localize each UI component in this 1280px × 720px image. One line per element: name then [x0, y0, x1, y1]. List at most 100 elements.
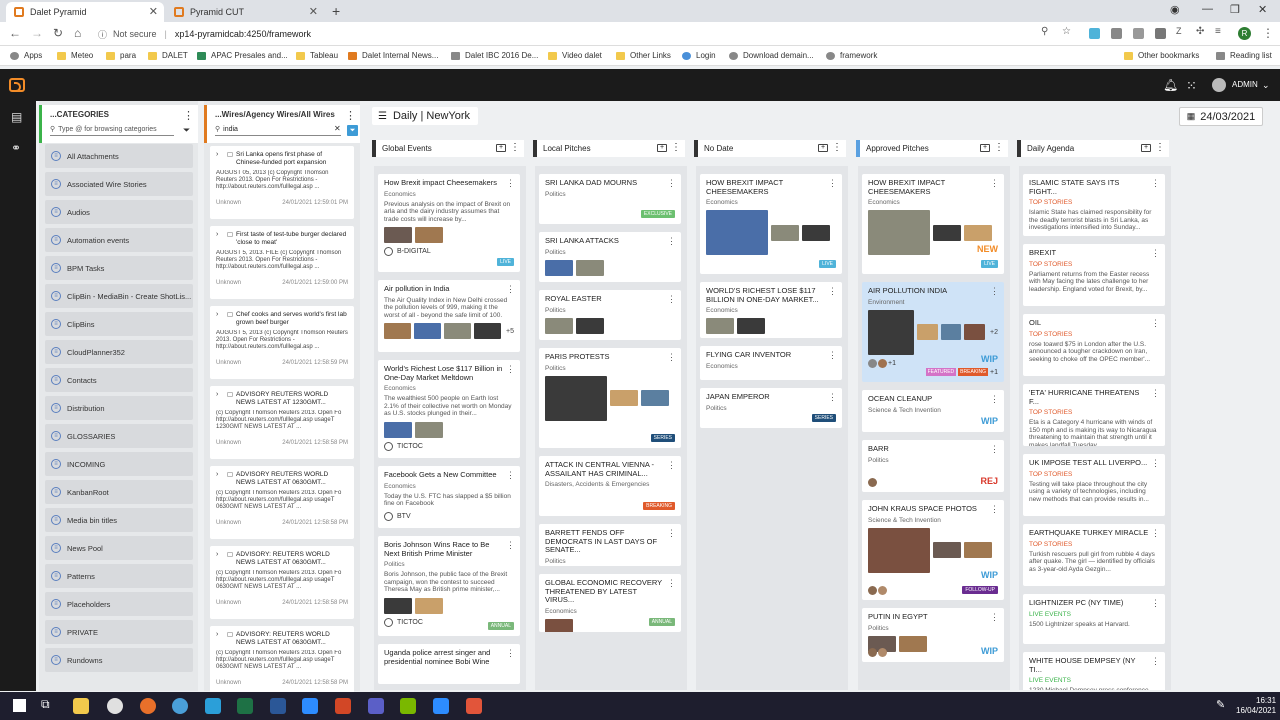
kebab-menu-icon[interactable]: ⋮	[1155, 142, 1165, 153]
wire-item[interactable]: › First taste of test-tube burger declare…	[210, 226, 354, 299]
extension-icon[interactable]	[1155, 28, 1166, 39]
kebab-menu-icon[interactable]: ⋮	[510, 142, 520, 153]
browser-tab-dalet-pyramid[interactable]: Dalet Pyramid ✕	[6, 2, 164, 22]
bookmark-tableau[interactable]: Tableau	[296, 51, 338, 60]
wires-search-input[interactable]: ⚲ india	[215, 123, 341, 136]
category-item[interactable]: ≡ KanbanRoot	[45, 480, 193, 504]
home-icon[interactable]: ⌂	[74, 26, 81, 40]
bookmark-other[interactable]: Other bookmarks	[1124, 51, 1199, 60]
task-view-icon[interactable]: ⧉	[41, 697, 50, 712]
binoculars-icon[interactable]: ⚭	[11, 141, 21, 155]
bookmark-dalet-news[interactable]: Dalet Internal News...	[348, 51, 438, 60]
category-item[interactable]: ≡ Rundowns	[45, 648, 193, 672]
story-card[interactable]: JOHN KRAUS SPACE PHOTOS ⋮ Science & Tech I…	[862, 500, 1004, 600]
story-card[interactable]: EARTHQUAKE TURKEY MIRACLE ⋮ TOP STORIES Tur…	[1023, 524, 1165, 586]
add-card-icon[interactable]: +	[818, 144, 828, 152]
bookmark-apac[interactable]: APAC Presales and...	[197, 51, 288, 60]
teams-icon[interactable]	[368, 698, 384, 714]
url-bar[interactable]: ⓘ Not secure | xp14-pyramidcab:4250/fram…	[88, 25, 1088, 43]
hamburger-menu-icon[interactable]: ☰	[378, 111, 387, 122]
windows-start-icon[interactable]	[13, 699, 26, 712]
add-card-icon[interactable]: +	[657, 144, 667, 152]
story-card[interactable]: GLOBAL ECONOMIC RECOVERY THREATENED BY L…	[539, 574, 681, 632]
expand-chevron-icon[interactable]: ›	[216, 311, 218, 318]
media-thumbnail[interactable]	[545, 375, 607, 421]
globe-app-icon[interactable]	[172, 698, 188, 714]
media-thumbnail[interactable]	[706, 318, 734, 334]
zoom-app-icon[interactable]	[302, 698, 318, 714]
story-card[interactable]: WHITE HOUSE DEMPSEY (NY TI... ⋮ LIVE EVENT…	[1023, 652, 1165, 690]
filter-icon[interactable]: ⏷	[347, 125, 358, 136]
story-card[interactable]: Boris Johnson Wins Race to Be Next Briti…	[378, 536, 520, 636]
kebab-menu-icon[interactable]: ⋮	[506, 178, 515, 189]
extension-icon[interactable]: Z	[1176, 26, 1182, 36]
category-item[interactable]: ≡ Audios	[45, 200, 193, 224]
skype-icon[interactable]	[205, 698, 221, 714]
restore-icon[interactable]: ❐	[1230, 3, 1240, 16]
story-card[interactable]: World's Richest Lose $117 Billion in One…	[378, 360, 520, 458]
media-thumbnail[interactable]	[916, 324, 938, 340]
bookmark-para[interactable]: para	[106, 51, 136, 60]
media-thumbnail[interactable]	[933, 542, 961, 558]
minimize-icon[interactable]: —	[1202, 3, 1213, 15]
add-card-icon[interactable]: +	[980, 144, 990, 152]
story-card[interactable]: ATTACK IN CENTRAL VIENNA - ASSAILANT HAS…	[539, 456, 681, 516]
zoom-app-icon[interactable]	[433, 698, 449, 714]
category-item[interactable]: ≡ Media bin titles	[45, 508, 193, 532]
category-item[interactable]: ≡ News Pool	[45, 536, 193, 560]
reload-icon[interactable]: ↻	[53, 26, 63, 40]
profile-menu-icon[interactable]: ◉	[1170, 3, 1180, 16]
media-thumbnail[interactable]	[415, 597, 443, 614]
kebab-menu-icon[interactable]: ⋮	[506, 470, 515, 481]
excel-icon[interactable]	[237, 698, 253, 714]
filter-icon[interactable]: ⏷	[183, 125, 190, 136]
chrome-icon[interactable]	[107, 698, 123, 714]
kebab-menu-icon[interactable]: ⋮	[1151, 598, 1160, 609]
expand-chevron-icon[interactable]: ›	[216, 631, 218, 638]
bookmark-video-dalet[interactable]: Video dalet	[548, 51, 602, 60]
kebab-menu-icon[interactable]: ⋮	[1151, 656, 1160, 667]
expand-chevron-icon[interactable]: ›	[216, 471, 218, 478]
story-card[interactable]: JAPAN EMPEROR ⋮ Politics SERIES	[700, 388, 842, 428]
media-thumbnail[interactable]	[964, 542, 992, 558]
media-thumbnail[interactable]	[576, 259, 604, 276]
app-icon[interactable]	[466, 698, 482, 714]
file-explorer-icon[interactable]	[73, 698, 89, 714]
browser-menu-icon[interactable]: ⋮	[1262, 26, 1274, 40]
expand-chevron-icon[interactable]: ›	[216, 391, 218, 398]
story-card[interactable]: BREXIT ⋮ TOP STORIES Parliament returns fro…	[1023, 244, 1165, 306]
category-item[interactable]: ≡ Distribution	[45, 396, 193, 420]
story-card[interactable]: BARRETT FENDS OFF DEMOCRATS IN LAST DAYS…	[539, 524, 681, 566]
media-thumbnail[interactable]	[610, 390, 638, 406]
kebab-menu-icon[interactable]: ⋮	[506, 364, 515, 375]
back-icon[interactable]: ←	[9, 26, 21, 40]
close-tab-icon[interactable]: ✕	[309, 5, 318, 18]
system-clock[interactable]: 16:31 16/04/2021	[1236, 696, 1276, 716]
kebab-menu-icon[interactable]: ⋮	[828, 178, 837, 189]
wire-item[interactable]: › Chef cooks and serves world's first lab…	[210, 306, 354, 379]
media-thumbnail[interactable]	[868, 309, 914, 355]
category-item[interactable]: ≡ Associated Wire Stories	[45, 172, 193, 196]
story-card[interactable]: FLYING CAR INVENTOR ⋮ Economics	[700, 346, 842, 380]
category-item[interactable]: ≡ All Attachments	[45, 144, 193, 168]
kebab-menu-icon[interactable]: ⋮	[1151, 528, 1160, 539]
story-card[interactable]: Air pollution in India ⋮ The Air Quality I…	[378, 280, 520, 352]
media-thumbnail[interactable]	[474, 323, 501, 339]
story-card[interactable]: SRI LANKA DAD MOURNS ⋮ Politics EXCLUSIVE	[539, 174, 681, 224]
wire-item[interactable]: › Sri Lanka opens first phase of Chinese-…	[210, 146, 354, 219]
category-item[interactable]: ≡ CloudPlanner352	[45, 340, 193, 364]
kebab-menu-icon[interactable]: ⋮	[828, 350, 837, 361]
kebab-menu-icon[interactable]: ⋮	[506, 284, 515, 295]
close-window-icon[interactable]: ✕	[1258, 3, 1267, 16]
kebab-menu-icon[interactable]: ⋮	[345, 109, 356, 122]
story-card[interactable]: HOW BREXIT IMPACT CHEESEMAKERS ⋮ Economics…	[700, 174, 842, 274]
media-thumbnail[interactable]	[415, 227, 443, 243]
story-card[interactable]: Uganda police arrest singer and presiden…	[378, 644, 520, 684]
kebab-menu-icon[interactable]: ⋮	[506, 648, 515, 659]
media-thumbnail[interactable]	[868, 210, 930, 255]
profile-avatar[interactable]: R	[1238, 27, 1251, 40]
media-thumbnail[interactable]	[444, 323, 471, 339]
media-thumbnail[interactable]	[384, 421, 412, 438]
media-thumbnail[interactable]	[641, 390, 669, 406]
story-card[interactable]: HOW BREXIT IMPACT CHEESEMAKERS ⋮ Economics…	[862, 174, 1004, 274]
